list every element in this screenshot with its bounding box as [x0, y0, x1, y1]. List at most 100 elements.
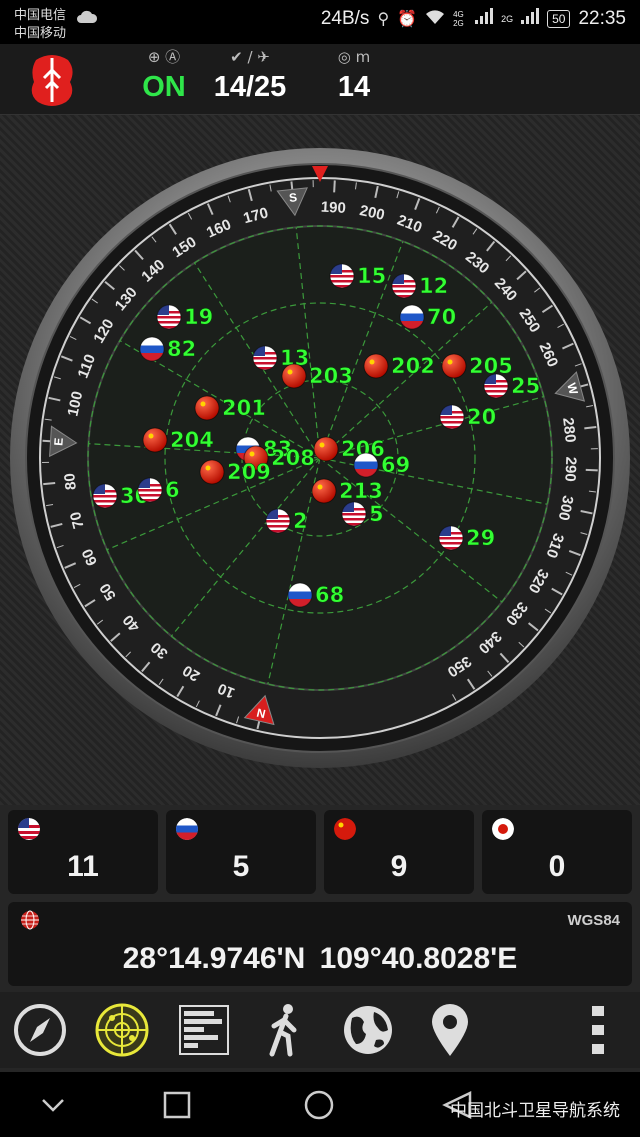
- satellites-column: ✔ / ✈ 14/25: [210, 44, 290, 104]
- accuracy-column: ◎ m 14: [320, 44, 388, 104]
- cloud-icon: [76, 10, 98, 29]
- walking-icon[interactable]: [256, 1000, 316, 1060]
- alarm-icon: ⏰: [397, 11, 418, 28]
- satellite-12[interactable]: 12: [391, 273, 449, 299]
- coordinates: 28°14.9746'N 109°40.8028'E: [8, 942, 632, 976]
- usa-count: 11: [67, 850, 99, 883]
- satellite-5[interactable]: 5: [341, 501, 384, 527]
- satellite-label: 5: [369, 502, 384, 526]
- card-usa: 11: [8, 810, 158, 894]
- fix-column: ⊕ Ⓐ ON: [134, 44, 194, 104]
- china-flag-icon: [334, 818, 356, 840]
- satellite-201[interactable]: 201: [194, 395, 266, 421]
- home-icon[interactable]: [302, 1088, 336, 1122]
- satellite-204[interactable]: 204: [142, 427, 214, 453]
- satellite-label: 2: [293, 509, 308, 533]
- bottom-toolbar: [0, 992, 640, 1068]
- satellite-213[interactable]: 213: [311, 478, 383, 504]
- satellite-20[interactable]: 20: [439, 404, 497, 430]
- net-speed: 24B/s: [320, 8, 370, 29]
- watermark: 中国北斗卫星导航系统: [450, 1101, 620, 1121]
- signal-b-icon: [521, 8, 540, 30]
- satellite-label: 15: [357, 264, 386, 288]
- satellite-70[interactable]: 70: [399, 304, 457, 330]
- satellite-label: 82: [167, 337, 196, 361]
- more-icon[interactable]: [568, 1000, 628, 1060]
- satellite-68[interactable]: 68: [287, 582, 345, 608]
- header-bar: ⊕ Ⓐ ON ✔ / ✈ 14/25 ◎ m 14: [0, 44, 640, 115]
- recents-icon[interactable]: [160, 1088, 194, 1122]
- satellite-202[interactable]: 202: [363, 353, 435, 379]
- dial-tick: [333, 180, 336, 193]
- satellite-label: 204: [170, 428, 214, 452]
- card-china: 9: [324, 810, 474, 894]
- satellite-205[interactable]: 205: [441, 353, 513, 379]
- satellite-15[interactable]: 15: [329, 263, 387, 289]
- dial-degree-label: 290: [561, 456, 579, 482]
- satellite-25[interactable]: 25: [483, 373, 541, 399]
- dial-tick: [43, 482, 56, 486]
- satellite-label: 209: [227, 460, 271, 484]
- satellite-label: 202: [391, 354, 435, 378]
- location-icon: ⚲: [377, 11, 390, 28]
- signal-a-icon: [475, 8, 494, 30]
- cardinal-label: E: [51, 437, 65, 446]
- satellite-label: 29: [466, 526, 495, 550]
- russia-flag-icon: [176, 818, 198, 840]
- satellite-82[interactable]: 82: [139, 336, 197, 362]
- satellite-69[interactable]: 69: [353, 452, 411, 478]
- satellite-19[interactable]: 19: [156, 304, 214, 330]
- card-russia: 5: [166, 810, 316, 894]
- dial-tick: [584, 426, 597, 430]
- satellite-label: 19: [184, 305, 213, 329]
- app-logo[interactable]: [26, 52, 78, 108]
- network-type-a: 4G 2G: [453, 10, 464, 28]
- satellites-used: 14/25: [213, 71, 287, 103]
- satellite-6[interactable]: 6: [137, 477, 180, 503]
- globe-icon[interactable]: [338, 1000, 398, 1060]
- satellite-label: 68: [315, 583, 344, 607]
- network-type-b: 2G: [501, 14, 514, 24]
- satellite-label: 20: [467, 405, 496, 429]
- cardinal-label: S: [288, 190, 297, 205]
- satellite-label: 205: [469, 354, 513, 378]
- satellite-label: 208: [271, 446, 315, 470]
- satellite-label: 203: [309, 364, 353, 388]
- satellite-label: 12: [419, 274, 448, 298]
- main-area: 10 20 30 40 50 60 70 80 100 110 120 130 140 150 160 170…: [0, 115, 640, 805]
- satellite-2[interactable]: 2: [265, 508, 308, 534]
- satellite-icons: ✔ / ✈: [230, 48, 270, 66]
- signal-bars-icon[interactable]: [174, 1000, 234, 1060]
- satellite-label: 25: [511, 374, 540, 398]
- satellite-29[interactable]: 29: [438, 525, 496, 551]
- status-bar: 中国电信 中国移动 24B/s ⚲ ⏰ 4G 2G 2G 50 22:35: [0, 0, 640, 44]
- clock: 22:35: [578, 8, 626, 29]
- dial-degree-label: 280: [559, 417, 579, 444]
- globe-small-icon: [21, 910, 39, 930]
- fix-icons: ⊕ Ⓐ: [147, 48, 181, 66]
- japan-flag-icon: [492, 818, 514, 840]
- location-pin-icon[interactable]: [420, 1000, 480, 1060]
- datum-label: WGS84: [567, 912, 620, 929]
- dial-tick: [585, 468, 598, 472]
- system-nav-bar: 中国北斗卫星导航系统: [0, 1072, 640, 1137]
- satellite-label: 70: [427, 305, 456, 329]
- radar-icon[interactable]: [92, 1000, 152, 1060]
- satellite-label: 213: [339, 479, 383, 503]
- japan-count: 0: [548, 850, 566, 883]
- russia-count: 5: [232, 850, 250, 883]
- back-chevron-icon[interactable]: [36, 1088, 70, 1122]
- wifi-icon: [425, 9, 445, 30]
- carrier-1: 中国电信: [14, 8, 67, 23]
- dial-degree-label: 190: [320, 199, 346, 217]
- compass-icon[interactable]: [10, 1000, 70, 1060]
- fix-status: ON: [142, 71, 186, 103]
- sky-plot[interactable]: 1020304050607080100110120130140150160170…: [0, 115, 640, 805]
- china-count: 9: [390, 850, 408, 883]
- accuracy-value: 14: [337, 71, 371, 103]
- satellite-label: 69: [381, 453, 410, 477]
- status-right: 24B/s ⚲ ⏰ 4G 2G 2G 50 22:35: [321, 8, 626, 30]
- satellite-203[interactable]: 203: [281, 363, 353, 389]
- satellite-209[interactable]: 209: [199, 459, 271, 485]
- card-japan: 0: [482, 810, 632, 894]
